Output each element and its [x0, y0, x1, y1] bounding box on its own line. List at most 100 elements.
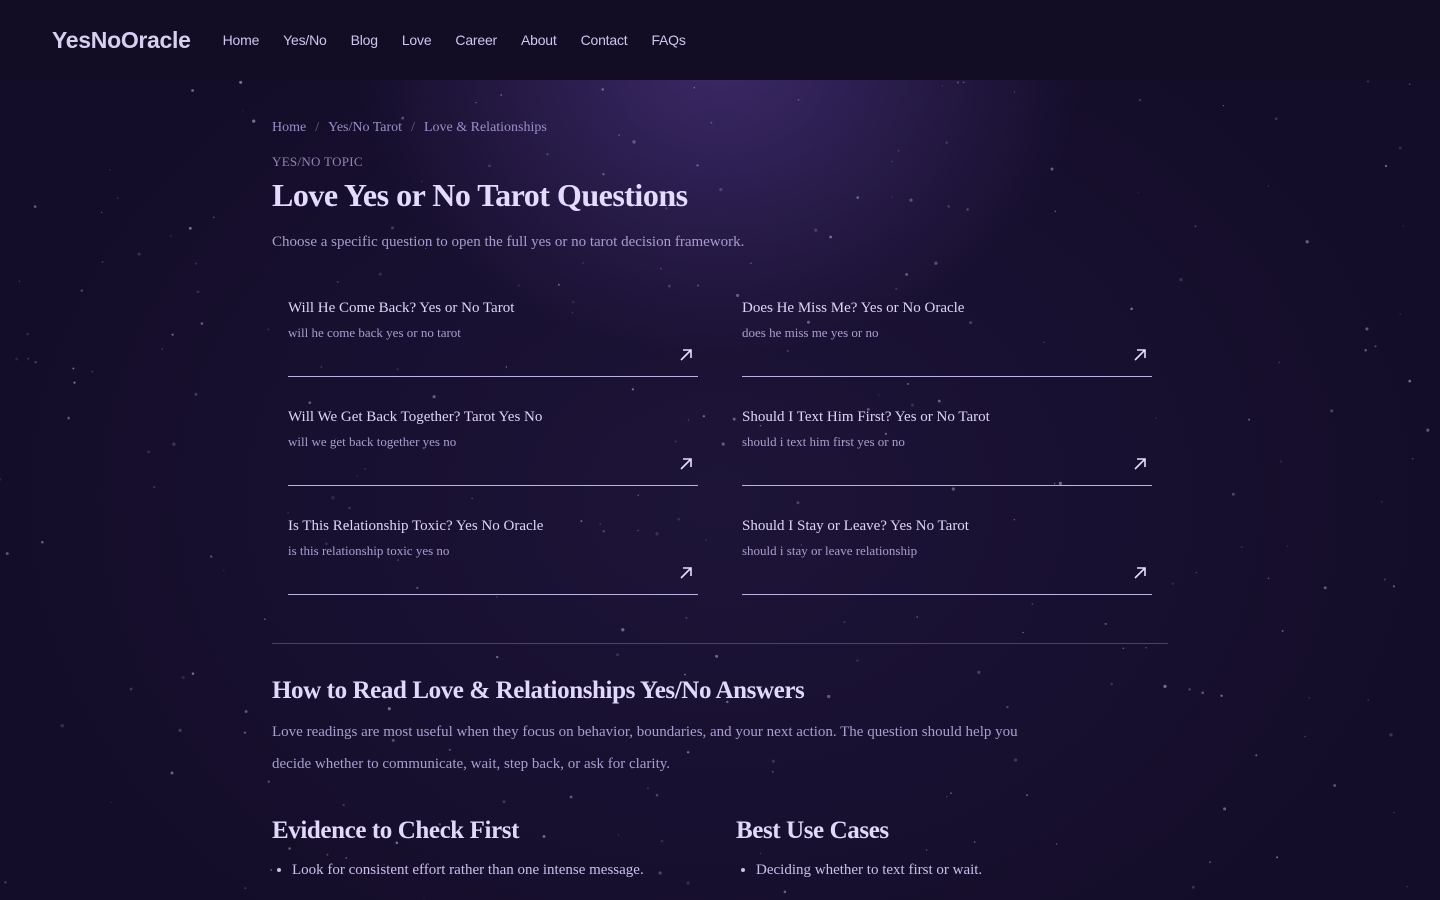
star [26, 332, 29, 336]
star [200, 322, 204, 325]
star [1384, 164, 1388, 168]
star [783, 890, 787, 894]
star [244, 887, 247, 890]
star [1195, 571, 1198, 574]
question-card-subtitle: should i text him first yes or no [742, 434, 905, 449]
star [1267, 577, 1270, 580]
nav-link-about[interactable]: About [521, 32, 557, 48]
star [1201, 691, 1205, 695]
list-item: Look for consistent effort rather than o… [292, 860, 736, 880]
star [1402, 224, 1405, 227]
star [1179, 277, 1183, 282]
howto-heading: How to Read Love & Relationships Yes/No … [272, 677, 805, 704]
breadcrumb-home[interactable]: Home [272, 120, 306, 136]
star [1138, 98, 1142, 102]
star [1274, 117, 1278, 121]
star [210, 555, 213, 558]
list-item: Deciding whether to text first or wait. [756, 860, 1168, 880]
star [33, 205, 37, 208]
star [4, 881, 7, 884]
question-card[interactable]: Should I Stay or Leave? Yes No Tarot sho… [742, 514, 1152, 595]
arrow-up-right-icon [680, 349, 692, 361]
star [116, 197, 119, 199]
nav-link-blog[interactable]: Blog [351, 32, 378, 48]
star [1330, 409, 1334, 413]
use-cases-list: Deciding whether to text first or wait. [736, 860, 1168, 880]
star [194, 392, 198, 396]
star [267, 780, 270, 783]
star [686, 881, 690, 885]
star [0, 478, 2, 481]
star [252, 119, 256, 123]
star [1406, 885, 1408, 888]
star [242, 110, 244, 112]
breadcrumb-yes-no-tarot[interactable]: Yes/No Tarot [328, 120, 402, 136]
evidence-section: Evidence to Check First Look for consist… [272, 816, 736, 880]
nav-link-home[interactable]: Home [223, 32, 260, 48]
nav-links: Home Yes/No Blog Love Career About Conta… [223, 32, 686, 48]
star [147, 450, 151, 454]
star [475, 101, 477, 104]
nav-link-love[interactable]: Love [402, 32, 432, 48]
nav-link-contact[interactable]: Contact [581, 32, 628, 48]
star [243, 731, 247, 734]
star [693, 86, 696, 89]
star [1280, 460, 1282, 463]
star [223, 569, 225, 572]
star [797, 98, 800, 101]
star [1223, 807, 1227, 811]
question-card[interactable]: Should I Text Him First? Yes or No Tarot… [742, 405, 1152, 486]
star [170, 771, 174, 775]
question-card-title: Should I Text Him First? Yes or No Tarot [742, 409, 990, 425]
star [191, 89, 195, 92]
question-card[interactable]: Is This Relationship Toxic? Yes No Oracl… [288, 514, 698, 595]
star [1208, 861, 1212, 864]
howto-body: Love readings are most useful when they … [272, 724, 1018, 772]
nav-link-career[interactable]: Career [455, 32, 497, 48]
arrow-up-right-icon [1134, 567, 1146, 579]
star [110, 801, 112, 804]
star [101, 261, 104, 263]
star [1333, 784, 1337, 787]
page-intro: Choose a specific question to open the f… [272, 234, 745, 250]
topic-eyebrow: YES/NO TOPIC [272, 154, 363, 169]
question-card-title: Does He Miss Me? Yes or No Oracle [742, 300, 965, 316]
nav-link-yes-no[interactable]: Yes/No [283, 32, 327, 48]
star [1364, 348, 1368, 352]
star [91, 370, 94, 373]
star [73, 381, 76, 384]
star [161, 348, 164, 350]
question-card-subtitle: will we get back together yes no [288, 434, 457, 449]
star [244, 710, 248, 713]
nav-link-faqs[interactable]: FAQs [651, 32, 685, 48]
star [601, 88, 604, 91]
star [212, 216, 215, 219]
star [172, 442, 176, 446]
breadcrumb-separator: / [411, 120, 415, 135]
star [171, 333, 174, 336]
star [1383, 578, 1386, 581]
question-card-title: Is This Relationship Toxic? Yes No Oracl… [288, 518, 544, 534]
star [80, 289, 83, 292]
star [1267, 185, 1270, 187]
question-card-title: Should I Stay or Leave? Yes No Tarot [742, 518, 969, 534]
star [129, 687, 133, 691]
star [267, 328, 269, 330]
star [153, 486, 156, 489]
star [1367, 80, 1369, 83]
question-card[interactable]: Will We Get Back Together? Tarot Yes No … [288, 405, 698, 486]
question-card[interactable]: Does He Miss Me? Yes or No Oracle does h… [742, 296, 1152, 377]
star [18, 280, 21, 282]
question-card-subtitle: is this relationship toxic yes no [288, 543, 450, 558]
star [137, 252, 141, 256]
question-card-title: Will We Get Back Together? Tarot Yes No [288, 409, 543, 425]
breadcrumb-current: Love & Relationships [423, 120, 547, 135]
star [27, 358, 29, 360]
question-card[interactable]: Will He Come Back? Yes or No Tarot will … [288, 296, 698, 377]
star [1013, 91, 1016, 93]
star [60, 724, 64, 728]
star [1367, 699, 1369, 701]
brand-logo[interactable]: YesNoOracle [52, 27, 191, 54]
star [1399, 313, 1401, 315]
star [1381, 501, 1383, 503]
